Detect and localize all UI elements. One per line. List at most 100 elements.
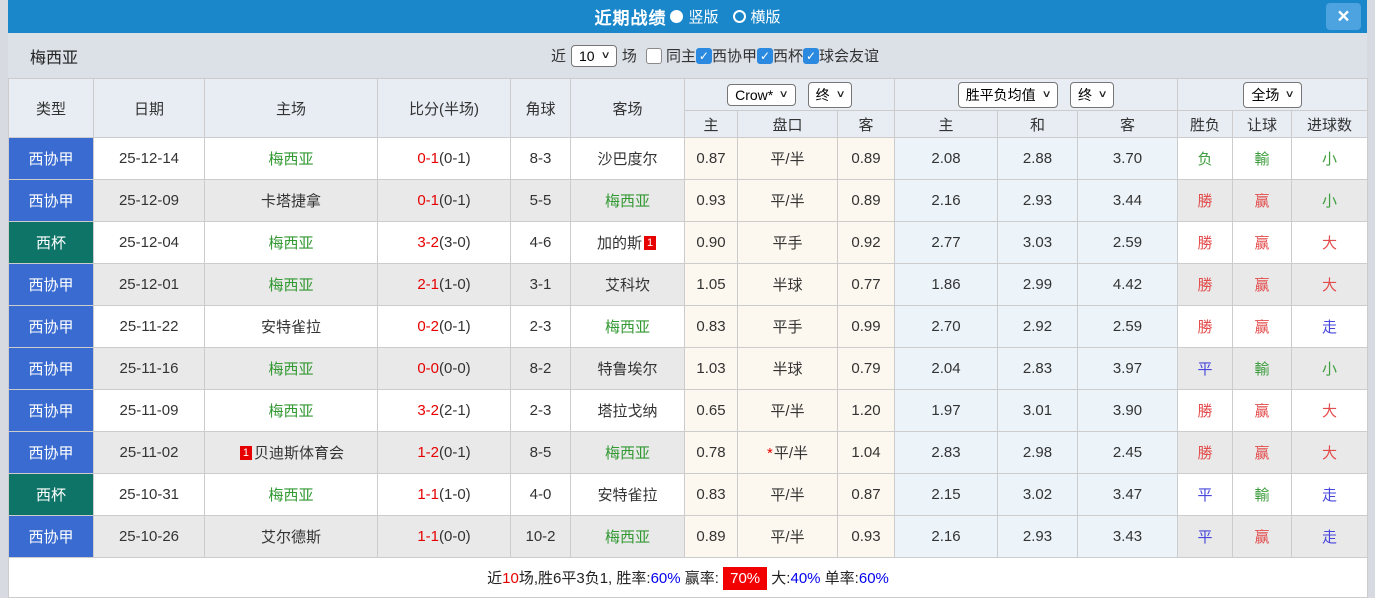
header-score: 比分(半场) — [377, 78, 511, 138]
odds-handicap: 平/半 — [737, 389, 838, 432]
dialog-content: 近期战绩 竖版 横版 × 梅西亚 近 10 ∨ 场 同主 ✓ 西协甲 ✓ 西杯 … — [7, 0, 1369, 598]
corner-score: 4-0 — [510, 473, 571, 516]
result-goals: 小 — [1291, 137, 1369, 180]
odds-home: 1.03 — [684, 347, 738, 390]
fulltime-score: 0-1 — [417, 150, 439, 167]
result-handicap: 赢 — [1232, 179, 1293, 222]
odds-handicap: 平手 — [737, 221, 838, 264]
halftime-score: (0-1) — [439, 444, 471, 461]
summary-part: 60% — [858, 570, 889, 587]
radio-vertical-label: 竖版 — [688, 9, 719, 26]
team-name-text: 梅西亚 — [604, 445, 650, 462]
odds-home: 0.87 — [684, 137, 738, 180]
avg-away: 4.42 — [1077, 263, 1179, 306]
away-team: 梅西亚 — [570, 305, 685, 348]
home-team: 梅西亚 — [204, 389, 378, 432]
table-row: 西杯 25-12-04 梅西亚 3-2(3-0) 4-6 加的斯 1 0.90 平… — [8, 221, 1369, 264]
halftime-score: (0-1) — [439, 192, 471, 209]
subheader-avg-home: 主 — [894, 110, 999, 138]
avg-home: 2.04 — [894, 347, 999, 390]
league-filter-label-friendly[interactable]: 球会友谊 — [819, 45, 879, 66]
avg-draw: 3.01 — [997, 389, 1079, 432]
avg-away: 3.70 — [1077, 137, 1179, 180]
radio-selected-icon — [670, 10, 684, 23]
avg-time-select[interactable]: 终 ∨ — [1070, 81, 1115, 108]
same-home-checkbox[interactable] — [645, 47, 662, 64]
radio-vertical-layout[interactable]: 竖版 — [670, 6, 719, 27]
league-filter-checkbox-friendly[interactable]: ✓ — [802, 47, 819, 64]
avg-draw: 3.03 — [997, 221, 1079, 264]
close-button[interactable]: × — [1326, 3, 1361, 30]
league-filter-checkbox-cup[interactable]: ✓ — [756, 47, 773, 64]
match-date: 25-12-01 — [93, 263, 205, 306]
odds-time-value: 终 — [815, 86, 830, 103]
home-team: 艾尔德斯 — [204, 515, 378, 558]
odds-away: 0.79 — [836, 347, 896, 390]
avg-draw: 2.99 — [997, 263, 1079, 306]
table-row: 西协甲 25-11-16 梅西亚 0-0(0-0) 8-2 特鲁埃尔 1.03 … — [8, 347, 1369, 390]
summary-part: 60% — [650, 570, 681, 587]
odds-away: 0.87 — [836, 473, 896, 516]
match-date: 25-12-14 — [93, 137, 205, 180]
avg-home: 2.83 — [894, 431, 999, 474]
result-wdl: 勝 — [1177, 431, 1234, 474]
league-filter-label-laliga2[interactable]: 西协甲 — [712, 45, 757, 66]
match-date: 25-11-22 — [93, 305, 205, 348]
avg-draw: 2.98 — [997, 431, 1079, 474]
away-team: 塔拉戈纳 — [570, 389, 685, 432]
avg-time-value: 终 — [1078, 86, 1093, 103]
match-score: 1-2(0-1) — [377, 431, 511, 474]
match-type-badge: 西协甲 — [8, 515, 94, 558]
avg-metric-select[interactable]: 胜平负均值 ∨ — [957, 81, 1059, 108]
dialog-title: 近期战绩 — [594, 9, 667, 28]
summary-part: 近 — [487, 570, 503, 587]
result-handicap: 赢 — [1232, 431, 1293, 474]
home-team: 1 贝迪斯体育会 — [204, 431, 378, 474]
header-date: 日期 — [93, 78, 205, 138]
away-team: 梅西亚 — [570, 515, 685, 558]
subheader-wdl: 胜负 — [1177, 110, 1234, 138]
team-name-text: 卡塔捷拿 — [260, 193, 321, 210]
header-group-asian-odds: Crow* ∨ 终 ∨ — [683, 78, 896, 111]
match-score: 2-1(1-0) — [377, 263, 511, 306]
odds-source-select[interactable]: Crow* ∨ — [727, 83, 796, 106]
avg-away: 3.44 — [1077, 179, 1179, 222]
team-name-text: 梅西亚 — [268, 487, 314, 504]
halftime-score: (1-0) — [439, 276, 471, 293]
star-icon: * — [766, 445, 773, 462]
chevron-down-icon: ∨ — [1041, 89, 1052, 100]
same-home-label[interactable]: 同主 — [666, 45, 696, 66]
halftime-score: (0-0) — [439, 360, 471, 377]
avg-home: 2.15 — [894, 473, 999, 516]
subheader-avg-away: 客 — [1077, 110, 1179, 138]
odds-time-select[interactable]: 终 ∨ — [807, 81, 852, 108]
scope-value: 全场 — [1251, 86, 1280, 103]
subheader-handicap: 盘口 — [737, 110, 838, 138]
scope-select[interactable]: 全场 ∨ — [1243, 81, 1302, 108]
odds-away: 0.77 — [836, 263, 896, 306]
rank-badge: 1 — [239, 446, 252, 460]
away-team: 梅西亚 — [570, 179, 685, 222]
check-icon: ✓ — [698, 48, 709, 63]
league-filter-label-cup[interactable]: 西杯 — [773, 45, 803, 66]
halftime-score: (3-0) — [439, 234, 471, 251]
odds-home: 0.83 — [684, 305, 738, 348]
result-handicap: 赢 — [1232, 221, 1293, 264]
result-wdl: 勝 — [1177, 389, 1234, 432]
result-goals: 小 — [1291, 347, 1369, 390]
result-handicap: 赢 — [1232, 515, 1293, 558]
table-row: 西协甲 25-12-09 卡塔捷拿 0-1(0-1) 5-5 梅西亚 0.93 … — [8, 179, 1369, 222]
match-count-value: 10 — [579, 47, 595, 64]
league-filter-checkbox-laliga2[interactable]: ✓ — [695, 47, 712, 64]
result-goals: 走 — [1291, 473, 1369, 516]
fulltime-score: 0-0 — [417, 360, 439, 377]
team-name-text: 加的斯 — [596, 235, 642, 252]
odds-home: 1.05 — [684, 263, 738, 306]
home-team: 梅西亚 — [204, 347, 378, 390]
match-score: 3-2(3-0) — [377, 221, 511, 264]
halftime-score: (1-0) — [439, 486, 471, 503]
result-handicap: 輸 — [1232, 347, 1293, 390]
match-count-select[interactable]: 10 ∨ — [571, 44, 617, 67]
radio-horizontal-layout[interactable]: 横版 — [732, 6, 781, 27]
corner-score: 8-2 — [510, 347, 571, 390]
